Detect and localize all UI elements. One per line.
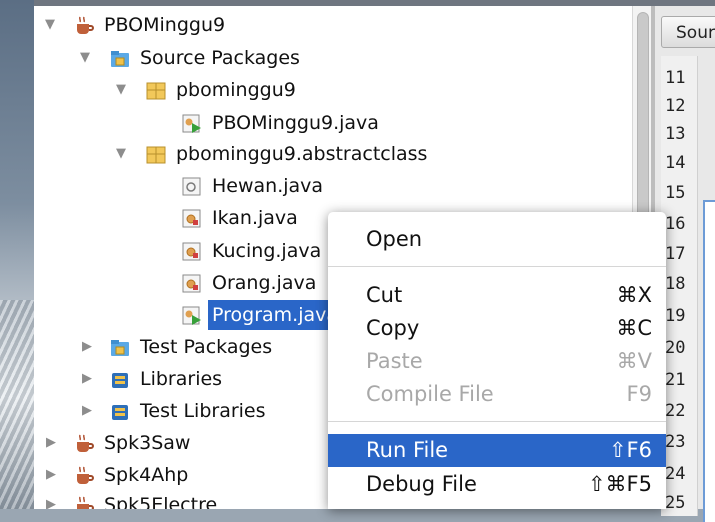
line-number-gutter: 11 12 13 14 15 16 17 18 19 20 21 22 23 2… (661, 56, 698, 516)
line-number: 23 (665, 432, 686, 452)
line-number: 18 (665, 274, 686, 294)
tree-node-label: Spk5Electre (104, 494, 218, 509)
tree-node-label: Orang.java (212, 272, 317, 294)
line-number: 25 (665, 493, 686, 513)
menu-item-run-file[interactable]: Run File ⇧F6 (328, 434, 666, 467)
coffee-cup-icon (74, 433, 94, 453)
menu-item-label: Cut (366, 283, 403, 307)
java-abstract-icon (182, 176, 202, 196)
menu-separator (328, 421, 666, 422)
package-icon (146, 80, 166, 100)
line-number: 20 (665, 338, 686, 358)
tab-source[interactable]: Source (661, 16, 715, 48)
line-number: 12 (665, 96, 686, 116)
menu-item-copy[interactable]: Copy ⌘C (328, 312, 666, 345)
java-main-icon (182, 113, 202, 133)
menu-item-label: Debug File (366, 472, 477, 496)
expand-triangle-icon[interactable]: ▼ (45, 10, 55, 40)
menu-item-shortcut: ⌘C (616, 316, 652, 340)
menu-item-paste[interactable]: Paste ⌘V (328, 345, 666, 378)
tree-node-label: Test Packages (140, 336, 273, 358)
collapse-triangle-icon[interactable]: ▶ (46, 460, 56, 490)
menu-item-shortcut: ⌘V (616, 349, 652, 373)
line-number: 16 (665, 214, 686, 234)
coffee-cup-icon (74, 495, 94, 509)
menu-separator (328, 266, 666, 267)
line-number: 13 (665, 124, 686, 144)
expand-triangle-icon[interactable]: ▼ (80, 43, 90, 73)
tree-node-label: Libraries (140, 368, 223, 390)
tree-node-label: PBOMinggu9.java (212, 112, 379, 134)
menu-item-debug-file[interactable]: Debug File ⇧⌘F5 (328, 468, 666, 501)
menu-item-open[interactable]: Open (328, 223, 666, 256)
line-number: 19 (665, 306, 686, 326)
expand-triangle-icon[interactable]: ▼ (116, 75, 126, 105)
menu-item-label: Copy (366, 316, 420, 340)
java-class-icon (182, 273, 202, 293)
folder-icon (110, 48, 130, 68)
line-number: 17 (665, 244, 686, 264)
java-class-icon (182, 241, 202, 261)
java-main-icon (182, 305, 202, 325)
tree-node-label: PBOMinggu9 (104, 14, 226, 36)
tree-node-label: Hewan.java (212, 175, 324, 197)
menu-item-label: Open (366, 227, 423, 251)
tree-node-label: Spk4Ahp (104, 464, 189, 486)
tree-node-label-selected: Program.java (208, 300, 343, 330)
menu-item-label: Paste (366, 349, 423, 373)
menu-item-cut[interactable]: Cut ⌘X (328, 279, 666, 312)
folder-icon (110, 337, 130, 357)
tree-node-label: Source Packages (140, 47, 300, 69)
context-menu: Open Cut ⌘X Copy ⌘C Paste ⌘V Compile Fil… (328, 212, 666, 509)
tree-node-label: pbominggu9.abstractclass (176, 143, 428, 165)
java-class-icon (182, 208, 202, 228)
collapse-triangle-icon[interactable]: ▶ (82, 364, 92, 394)
menu-item-compile-file[interactable]: Compile File F9 (328, 378, 666, 411)
collapse-triangle-icon[interactable]: ▶ (46, 490, 56, 509)
expand-triangle-icon[interactable]: ▼ (116, 139, 126, 169)
menu-item-shortcut: ⇧⌘F5 (587, 472, 652, 496)
tree-node-label: Kucing.java (212, 240, 322, 262)
library-icon (110, 369, 130, 389)
menu-item-shortcut: F9 (626, 382, 652, 406)
library-icon (110, 401, 130, 421)
line-number: 24 (665, 464, 686, 484)
collapse-triangle-icon[interactable]: ▶ (46, 428, 56, 458)
line-number: 22 (665, 401, 686, 421)
line-number: 15 (665, 183, 686, 203)
collapse-triangle-icon[interactable]: ▶ (82, 396, 92, 426)
menu-item-label: Compile File (366, 382, 494, 406)
tree-node-label: pbominggu9 (176, 79, 296, 101)
desktop-background (0, 0, 34, 509)
tree-node-label: Test Libraries (140, 400, 266, 422)
coffee-cup-icon (74, 465, 94, 485)
line-number: 14 (665, 153, 686, 173)
tree-node-label: Spk3Saw (104, 432, 191, 454)
package-icon (146, 144, 166, 164)
menu-item-label: Run File (366, 438, 449, 462)
collapse-triangle-icon[interactable]: ▶ (82, 332, 92, 362)
menu-item-shortcut: ⌘X (616, 283, 652, 307)
tree-node-label: Ikan.java (212, 207, 298, 229)
line-number: 11 (665, 68, 686, 88)
code-area[interactable] (703, 200, 715, 522)
line-number: 21 (665, 370, 686, 390)
coffee-cup-icon (74, 15, 94, 35)
menu-item-shortcut: ⇧F6 (608, 438, 652, 462)
